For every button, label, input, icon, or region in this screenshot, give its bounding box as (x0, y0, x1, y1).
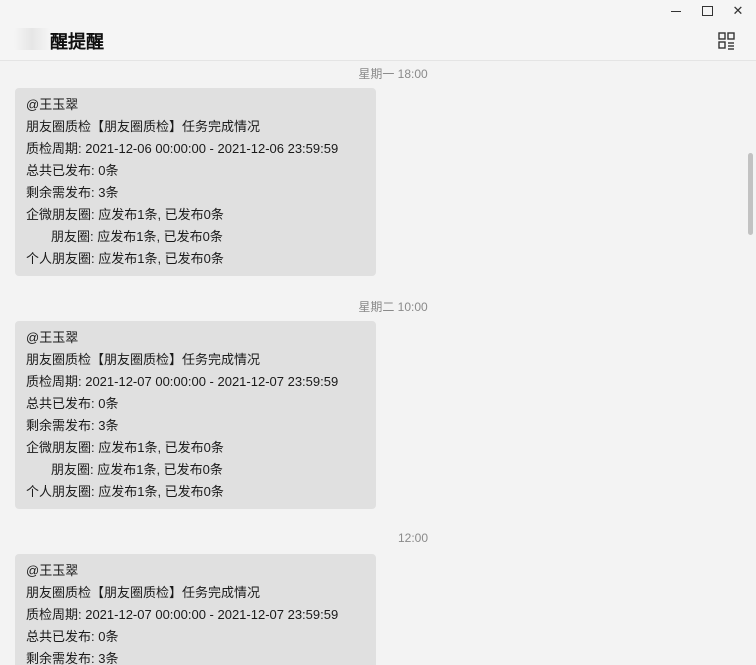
message-line: 总共已发布: 0条 (26, 396, 119, 411)
message-line: 质检周期: 2021-12-07 00:00:00 - 2021-12-07 2… (26, 607, 339, 622)
message-line: 朋友圈质检【朋友圈质检】任务完成情况 (26, 119, 261, 134)
title-blurred-region (14, 28, 50, 50)
message-timestamp: 星期一 18:00 (358, 67, 428, 81)
message-line: 朋友圈质检【朋友圈质检】任务完成情况 (26, 585, 261, 600)
scrollbar-thumb[interactable] (748, 153, 753, 235)
close-icon: ✕ (732, 3, 744, 18)
message-line: 个人朋友圈: 应发布1条, 已发布0条 (26, 484, 224, 499)
maximize-icon (701, 6, 713, 16)
message-line: 企微朋友圈: 应发布1条, 已发布0条 (26, 440, 224, 455)
message-line: @王玉翠 (26, 97, 79, 112)
message-line: 剩余需发布: 3条 (26, 651, 119, 665)
message-line: @王玉翠 (26, 563, 79, 578)
chat-title: 醒提醒 (50, 32, 104, 53)
maximize-button[interactable] (697, 2, 717, 20)
message-line: 企微朋友圈: 应发布1条, 已发布0条 (26, 207, 224, 222)
message-line: 质检周期: 2021-12-07 00:00:00 - 2021-12-07 2… (26, 374, 339, 389)
message-line: 朋友圈质检【朋友圈质检】任务完成情况 (26, 352, 261, 367)
more-options-button[interactable] (717, 31, 737, 51)
message-line: 总共已发布: 0条 (26, 163, 119, 178)
message-line: @王玉翠 (26, 330, 79, 345)
message-timestamp: 12:00 (397, 531, 429, 545)
minimize-button[interactable] (666, 2, 686, 20)
message-bubble[interactable]: @王玉翠 朋友圈质检【朋友圈质检】任务完成情况 质检周期: 2021-12-07… (15, 554, 376, 665)
message-line: 朋友圈: 应发布1条, 已发布0条 (51, 229, 223, 244)
message-bubble[interactable]: @王玉翠 朋友圈质检【朋友圈质检】任务完成情况 质检周期: 2021-12-06… (15, 88, 376, 276)
minimize-icon (671, 10, 681, 12)
title-bar: 醒提醒 ✕ (0, 0, 756, 61)
scrollbar[interactable] (746, 61, 754, 665)
message-bubble[interactable]: @王玉翠 朋友圈质检【朋友圈质检】任务完成情况 质检周期: 2021-12-07… (15, 321, 376, 509)
message-line: 剩余需发布: 3条 (26, 185, 119, 200)
chat-window: 醒提醒 ✕ 星期一 18:00 @王玉翠 朋友圈质检【朋友圈质检】任务完成情况 … (0, 0, 756, 665)
message-line: 个人朋友圈: 应发布1条, 已发布0条 (26, 251, 224, 266)
message-line: 质检周期: 2021-12-06 00:00:00 - 2021-12-06 2… (26, 141, 339, 156)
grid-menu-icon (718, 32, 735, 50)
message-line: 剩余需发布: 3条 (26, 418, 119, 433)
message-line: 朋友圈: 应发布1条, 已发布0条 (51, 462, 223, 477)
message-line: 总共已发布: 0条 (26, 629, 119, 644)
close-button[interactable]: ✕ (728, 2, 748, 20)
message-list[interactable]: 星期一 18:00 @王玉翠 朋友圈质检【朋友圈质检】任务完成情况 质检周期: … (0, 61, 756, 665)
message-timestamp: 星期二 10:00 (358, 300, 428, 314)
